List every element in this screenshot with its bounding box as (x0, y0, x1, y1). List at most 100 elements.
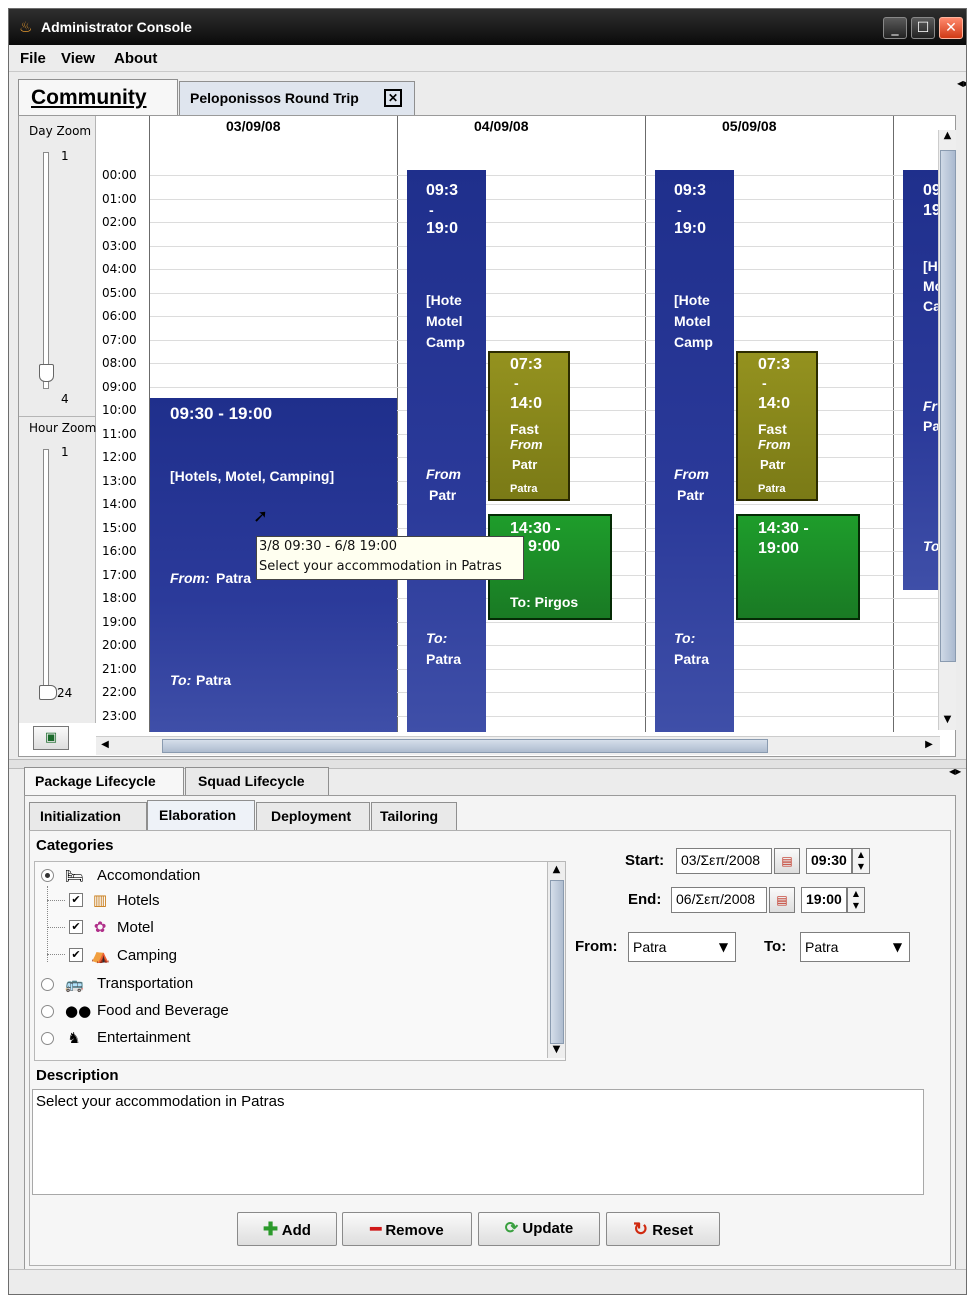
hour-zoom-thumb[interactable] (39, 685, 57, 700)
event-accommodation-day4[interactable]: 09 19 [H Mo Ca Fr Pa To (903, 170, 938, 590)
scroll-down-icon[interactable]: ▼ (939, 714, 956, 730)
event-line: 14:0 (510, 395, 543, 412)
maximize-button[interactable]: ☐ (911, 17, 935, 39)
category-entertainment[interactable]: Entertainment (97, 1029, 190, 1046)
description-label: Description (36, 1067, 119, 1084)
tab-initialization[interactable]: Initialization (29, 802, 147, 830)
scroll-left-icon[interactable]: ◀ (98, 739, 112, 753)
motel-icon: ✿ (93, 918, 107, 936)
start-date-field[interactable]: 03/Σεπ/2008 (676, 848, 772, 874)
add-button-label: Add (281, 1222, 311, 1239)
hour-label: 04:00 (102, 262, 137, 276)
tab-scroll-icon[interactable]: ◀▶ (949, 767, 961, 795)
accommodation-radio[interactable] (41, 869, 54, 882)
category-accommodation[interactable]: Accomondation (97, 867, 200, 884)
from-dropdown-icon[interactable]: ▼ (712, 933, 735, 961)
calendar-hscrollbar[interactable]: ◀ ▶ (96, 736, 940, 755)
scroll-up-icon[interactable]: ▲ (548, 864, 565, 875)
menu-view[interactable]: View (61, 50, 95, 67)
tab-community[interactable]: Community (18, 79, 178, 115)
description-textarea[interactable]: Select your accommodation in Patras (32, 1089, 924, 1195)
category-camping[interactable]: Camping (117, 947, 177, 964)
day-zoom-thumb[interactable] (39, 364, 54, 382)
camping-checkbox[interactable]: ✔ (69, 948, 83, 962)
reset-icon: ↻ (632, 1219, 649, 1239)
event-line: 19:0 (674, 220, 707, 237)
category-transportation[interactable]: Transportation (97, 975, 193, 992)
remove-button[interactable]: ━ Remove (342, 1212, 472, 1246)
menu-file[interactable]: File (20, 50, 46, 67)
start-time-spinner[interactable]: ▲ ▼ (852, 848, 870, 874)
event-line: Ca (923, 298, 938, 314)
event-from-label: From: (170, 570, 210, 586)
categories-tree[interactable]: 🛏 Accomondation ✔ ▥ Hotels ✔ ✿ Motel ✔ ⛺… (34, 861, 566, 1061)
event-time: 09:30 - 19:00 (170, 404, 273, 423)
motel-checkbox[interactable]: ✔ (69, 920, 83, 934)
hour-label: 12:00 (102, 450, 137, 464)
add-button[interactable]: ✚ Add (237, 1212, 337, 1246)
scroll-down-icon[interactable]: ▼ (548, 1044, 565, 1055)
reset-button[interactable]: ↻ Reset (606, 1212, 720, 1246)
category-motel[interactable]: Motel (117, 919, 154, 936)
event-transport-day3[interactable]: 14:30 - 19:00 (736, 514, 860, 620)
tab-squad-lifecycle[interactable]: Squad Lifecycle (185, 767, 329, 795)
calendar-vscrollbar[interactable]: ▲ ▼ (938, 130, 956, 730)
to-dropdown-icon[interactable]: ▼ (886, 933, 909, 961)
tab-tailoring[interactable]: Tailoring (371, 802, 457, 830)
end-calendar-icon[interactable]: ▤ (769, 887, 795, 913)
tab-label: Initialization (40, 808, 121, 824)
event-line: Patra (510, 483, 538, 495)
tab-scroll-icon[interactable]: ◀▶ (957, 79, 966, 111)
scroll-up-icon[interactable]: ▲ (939, 130, 956, 146)
tab-peloponissos[interactable]: Peloponissos Round Trip ✕ (179, 81, 415, 115)
close-button[interactable]: ✕ (939, 17, 963, 39)
tab-label: Package Lifecycle (35, 773, 156, 789)
hour-zoom-track[interactable] (43, 449, 49, 695)
tab-package-lifecycle[interactable]: Package Lifecycle (24, 767, 184, 795)
category-food-and-beverage[interactable]: Food and Beverage (97, 1002, 229, 1019)
hour-label: 16:00 (102, 544, 137, 558)
update-button[interactable]: ⟳ Update (478, 1212, 600, 1246)
end-time-field[interactable]: 19:00 (801, 887, 847, 913)
event-accommodation-day3[interactable]: 09:3 - 19:0 [Hote Motel Camp From Patr T… (655, 170, 734, 732)
end-time-spinner[interactable]: ▲ ▼ (847, 887, 865, 913)
categories-scroll-thumb[interactable] (550, 880, 564, 1044)
tab-close-icon[interactable]: ✕ (384, 89, 402, 107)
event-line: Patr (512, 457, 538, 472)
event-line: Patra (674, 651, 710, 667)
vscroll-thumb[interactable] (940, 150, 956, 662)
event-line: 09:3 (674, 182, 707, 199)
day-zoom-track[interactable] (43, 152, 49, 389)
minimize-button[interactable]: _ (883, 17, 907, 39)
event-breakfast-day3[interactable]: 07:3 - 14:0 Fast From Patr Patra (736, 351, 818, 501)
hotels-checkbox[interactable]: ✔ (69, 893, 83, 907)
hscroll-thumb[interactable] (162, 739, 768, 753)
start-time-field[interactable]: 09:30 (806, 848, 852, 874)
tab-elaboration[interactable]: Elaboration (147, 800, 255, 830)
start-calendar-icon[interactable]: ▤ (774, 848, 800, 874)
hour-zoom-max: 24 (57, 686, 73, 700)
event-line: - (762, 375, 767, 391)
transportation-radio[interactable] (41, 978, 54, 991)
hour-grid-line (150, 222, 938, 223)
menu-about[interactable]: About (114, 50, 157, 67)
entertainment-radio[interactable] (41, 1032, 54, 1045)
category-hotels[interactable]: Hotels (117, 892, 160, 909)
categories-scrollbar[interactable]: ▲ ▼ (547, 862, 565, 1058)
hour-grid-line (150, 339, 938, 341)
event-breakfast-day2[interactable]: 07:3 - 14:0 Fast From Patr Patra (488, 351, 570, 501)
scroll-right-icon[interactable]: ▶ (922, 739, 936, 753)
event-line: To: (426, 630, 448, 646)
event-accommodation-day2[interactable]: 09:3 - 19:0 [Hote Motel Camp From Patr T… (407, 170, 486, 732)
fit-view-icon[interactable]: ▣ (33, 726, 69, 750)
event-line: 14:30 - (758, 520, 809, 537)
tab-label: Deployment (271, 808, 352, 824)
hour-label: 03:00 (102, 238, 137, 253)
event-to: Patra (196, 672, 232, 688)
food-radio[interactable] (41, 1005, 54, 1018)
tab-deployment[interactable]: Deployment (256, 802, 370, 830)
hour-label: 21:00 (102, 661, 137, 676)
end-date-field[interactable]: 06/Σεπ/2008 (671, 887, 767, 913)
hour-label: 00:00 (102, 168, 137, 182)
minus-icon: ━ (370, 1219, 382, 1239)
